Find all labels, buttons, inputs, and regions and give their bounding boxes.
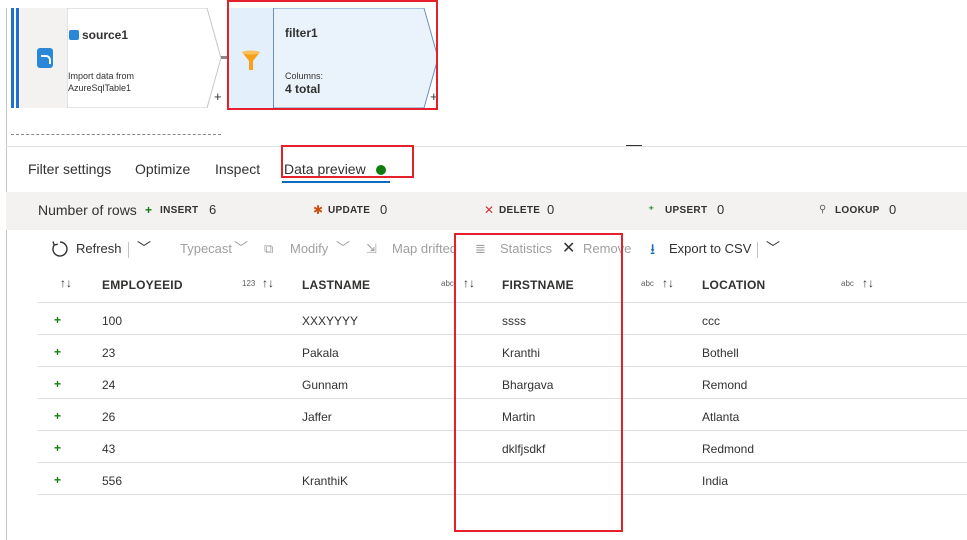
sort-icon[interactable]: ↑↓ xyxy=(60,276,72,290)
modify-chevron-icon[interactable]: ﹀ xyxy=(336,238,350,258)
typecast-chevron-icon[interactable]: ﹀ xyxy=(234,238,248,258)
refresh-button[interactable]: Refresh xyxy=(76,241,122,256)
lookup-count: 0 xyxy=(889,202,897,217)
cell-location: Atlanta xyxy=(702,410,740,424)
x-icon: ✕ xyxy=(484,203,495,217)
delete-label: DELETE xyxy=(499,205,541,216)
column-header-lastname[interactable]: LASTNAME xyxy=(302,278,370,292)
source-node-header: source1 xyxy=(69,26,128,44)
firstname-column-highlight xyxy=(454,233,623,532)
left-border xyxy=(6,8,7,540)
insert-label: INSERT xyxy=(160,205,199,216)
type-badge-string: abc xyxy=(441,279,454,288)
insert-row-icon: + xyxy=(54,409,62,423)
cell-lastname: Pakala xyxy=(302,346,339,360)
cell-lastname: Gunnam xyxy=(302,378,349,392)
sort-icon[interactable]: ↑↓ xyxy=(662,276,674,290)
filter-node-highlight xyxy=(227,0,438,110)
row-count-bar: Number of rows + INSERT 6 ✱ UPDATE 0 ✕ D… xyxy=(6,192,967,230)
source-node-subtitle-line1: Import data from xyxy=(68,71,135,81)
tab-inspect[interactable]: Inspect xyxy=(215,161,260,177)
refresh-dropdown-chevron-icon[interactable]: ﹀ xyxy=(137,238,151,258)
column-header-employeeid[interactable]: EMPLOYEEID xyxy=(102,278,183,292)
delete-count: 0 xyxy=(547,202,555,217)
active-tab-indicator xyxy=(282,181,390,183)
cell-lastname: XXXYYYY xyxy=(302,314,359,328)
source-node-accent xyxy=(11,8,20,108)
export-chevron-icon[interactable]: ﹀ xyxy=(766,238,780,258)
modify-icon: ⧉ xyxy=(264,241,274,256)
asterisk-icon: ✱ xyxy=(313,203,324,217)
upsert-label: UPSERT xyxy=(665,205,708,216)
download-icon: ⭳ xyxy=(650,241,656,258)
cell-employeeid: 23 xyxy=(102,346,116,360)
source-add-button[interactable]: + xyxy=(214,89,222,104)
cell-location: India xyxy=(702,474,729,488)
sql-icon xyxy=(69,30,79,40)
insert-row-icon: + xyxy=(54,377,62,391)
source-node-icon-area xyxy=(20,8,68,108)
map-drifted-button[interactable]: Map drifted xyxy=(392,241,457,256)
insert-row-icon: + xyxy=(54,345,62,359)
cell-employeeid: 43 xyxy=(102,442,116,456)
cell-employeeid: 100 xyxy=(102,314,123,328)
row-count-title: Number of rows xyxy=(38,202,137,218)
type-badge-string: abc xyxy=(841,279,854,288)
export-csv-button[interactable]: Export to CSV xyxy=(669,241,751,256)
panel-divider xyxy=(6,146,967,147)
update-count: 0 xyxy=(380,202,388,217)
database-icon xyxy=(37,48,53,68)
insert-row-icon: + xyxy=(54,473,62,487)
column-header-location[interactable]: LOCATION xyxy=(702,278,765,292)
map-drifted-icon: ⇲ xyxy=(366,241,377,256)
cell-lastname: KranthiK xyxy=(302,474,349,488)
update-label: UPDATE xyxy=(328,205,371,216)
source-node[interactable]: source1 Import data from AzureSqlTable1 … xyxy=(11,8,222,108)
cell-location: Bothell xyxy=(702,346,739,360)
lookup-label: LOOKUP xyxy=(835,205,880,216)
plus-icon: + xyxy=(145,203,153,217)
modify-button[interactable]: Modify xyxy=(290,241,328,256)
sort-icon[interactable]: ↑↓ xyxy=(862,276,874,290)
source-node-subtitle-line2: AzureSqlTable1 xyxy=(68,83,132,93)
type-badge-number: 123 xyxy=(242,279,256,288)
cell-location: ccc xyxy=(702,314,720,328)
cell-employeeid: 26 xyxy=(102,410,116,424)
typecast-button[interactable]: Typecast xyxy=(180,241,232,256)
refresh-icon[interactable] xyxy=(51,240,69,258)
tab-optimize[interactable]: Optimize xyxy=(135,161,190,177)
stream-line xyxy=(11,134,221,135)
type-badge-string: abc xyxy=(641,279,654,288)
upsert-count: 0 xyxy=(717,202,725,217)
data-preview-highlight xyxy=(281,145,414,178)
cell-employeeid: 24 xyxy=(102,378,116,392)
cell-employeeid: 556 xyxy=(102,474,123,488)
cell-location: Remond xyxy=(702,378,748,392)
upsert-icon: ⁺ xyxy=(648,203,655,217)
cell-lastname: Jaffer xyxy=(302,410,332,424)
insert-count: 6 xyxy=(209,202,217,217)
insert-row-icon: + xyxy=(54,441,62,455)
insert-row-icon: + xyxy=(54,313,62,327)
toolbar-separator xyxy=(757,242,758,258)
sort-icon[interactable]: ↑↓ xyxy=(262,276,274,290)
search-icon: ⚲ xyxy=(819,204,827,215)
toolbar-separator xyxy=(128,242,129,258)
cell-location: Redmond xyxy=(702,442,755,456)
tab-filter-settings[interactable]: Filter settings xyxy=(28,161,111,177)
source-node-title: source1 xyxy=(82,28,129,42)
